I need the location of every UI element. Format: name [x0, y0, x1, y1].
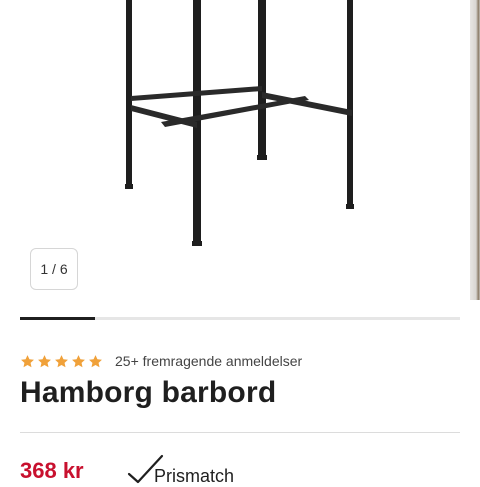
star-icon [38, 354, 51, 367]
star-icon [72, 354, 85, 367]
gallery-progress-bar [20, 317, 460, 320]
product-image-gallery[interactable]: 1 / 6 [0, 0, 480, 305]
product-price: 368 kr [20, 458, 84, 483]
product-title: Hamborg barbord [20, 376, 277, 409]
star-icon [55, 354, 68, 367]
rating-stars [20, 354, 103, 369]
rating-row[interactable]: 25+ fremragende anmeldelser [20, 352, 302, 370]
star-icon [21, 354, 34, 367]
prismatch-label: Prismatch [154, 466, 235, 486]
image-counter-text: 1 / 6 [40, 261, 68, 277]
next-image-peek[interactable] [470, 0, 480, 300]
star-icon [89, 354, 102, 367]
divider [20, 432, 460, 433]
image-counter: 1 / 6 [30, 248, 78, 290]
rating-text[interactable]: 25+ fremragende anmeldelser [115, 353, 302, 369]
gallery-progress-fill [20, 317, 95, 320]
